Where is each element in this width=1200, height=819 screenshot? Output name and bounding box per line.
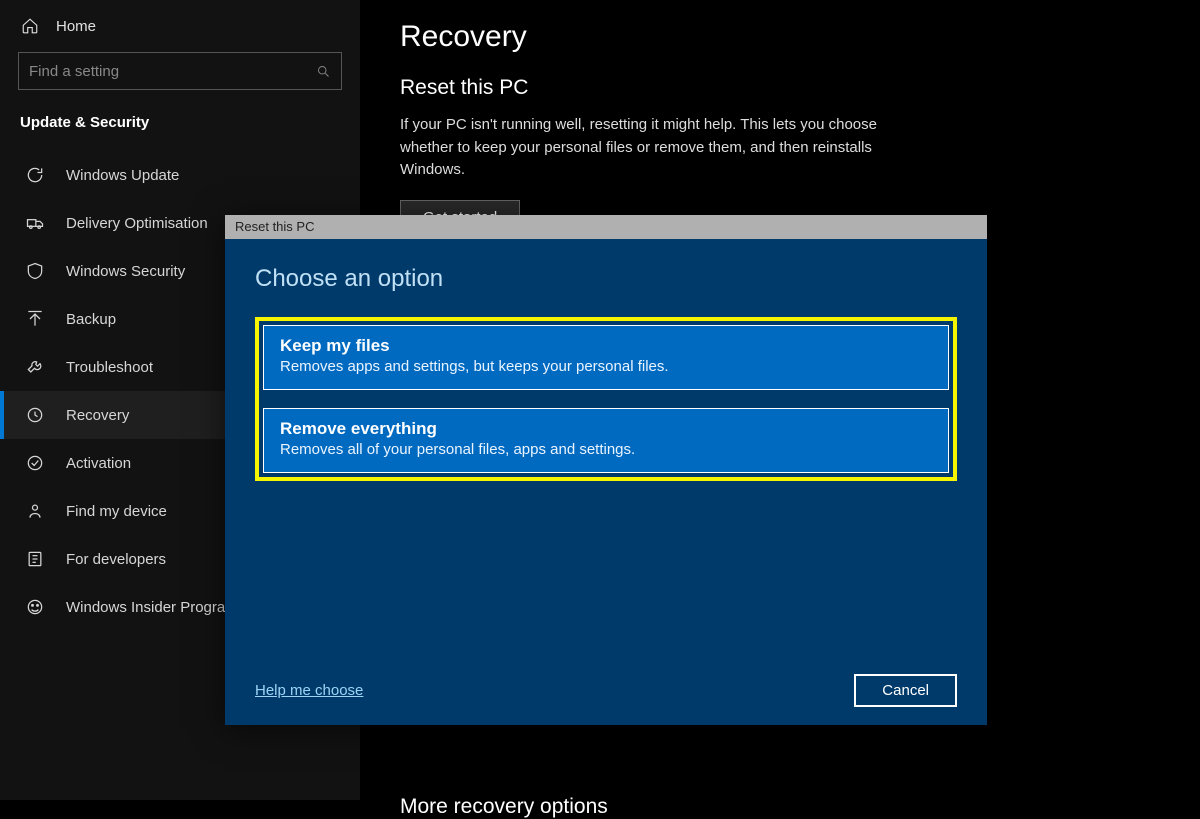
option-title: Remove everything [280, 419, 932, 439]
reset-pc-dialog: Reset this PC Choose an option Keep my f… [225, 215, 987, 725]
sidebar-item-label: Recovery [66, 407, 129, 424]
search-icon [315, 63, 331, 79]
dialog-footer: Help me choose Cancel [255, 674, 957, 707]
dialog-heading: Choose an option [255, 265, 957, 293]
more-recovery-heading: More recovery options [400, 795, 1170, 819]
recovery-icon [24, 404, 46, 426]
search-input[interactable]: Find a setting [18, 52, 342, 90]
developers-icon [24, 548, 46, 570]
check-circle-icon [24, 452, 46, 474]
sync-icon [24, 164, 46, 186]
option-desc: Removes all of your personal files, apps… [280, 441, 932, 458]
sidebar-item-label: Activation [66, 455, 131, 472]
delivery-icon [24, 212, 46, 234]
sidebar-item-label: Find my device [66, 503, 167, 520]
dialog-titlebar: Reset this PC [225, 215, 987, 239]
cancel-button[interactable]: Cancel [854, 674, 957, 707]
sidebar-item-label: Delivery Optimisation [66, 215, 208, 232]
dialog-body: Choose an option Keep my files Removes a… [225, 239, 987, 725]
help-me-choose-link[interactable]: Help me choose [255, 682, 363, 699]
sidebar-item-label: Windows Update [66, 167, 179, 184]
option-title: Keep my files [280, 336, 932, 356]
sidebar-item-label: Backup [66, 311, 116, 328]
home-icon [20, 16, 40, 36]
search-placeholder: Find a setting [29, 63, 119, 80]
reset-heading: Reset this PC [400, 76, 1170, 100]
home-button[interactable]: Home [0, 8, 360, 52]
sidebar-item-label: Troubleshoot [66, 359, 153, 376]
sidebar-item-windows-update[interactable]: Windows Update [0, 151, 360, 199]
section-title: Update & Security [0, 108, 360, 151]
sidebar-item-label: Windows Security [66, 263, 185, 280]
find-device-icon [24, 500, 46, 522]
home-label: Home [56, 18, 96, 35]
page-title: Recovery [400, 20, 1170, 54]
option-desc: Removes apps and settings, but keeps you… [280, 358, 932, 375]
options-highlight: Keep my files Removes apps and settings,… [255, 317, 957, 481]
sidebar-item-label: For developers [66, 551, 166, 568]
insider-icon [24, 596, 46, 618]
wrench-icon [24, 356, 46, 378]
backup-icon [24, 308, 46, 330]
option-keep-my-files[interactable]: Keep my files Removes apps and settings,… [263, 325, 949, 390]
shield-icon [24, 260, 46, 282]
reset-description: If your PC isn't running well, resetting… [400, 114, 920, 182]
option-remove-everything[interactable]: Remove everything Removes all of your pe… [263, 408, 949, 473]
